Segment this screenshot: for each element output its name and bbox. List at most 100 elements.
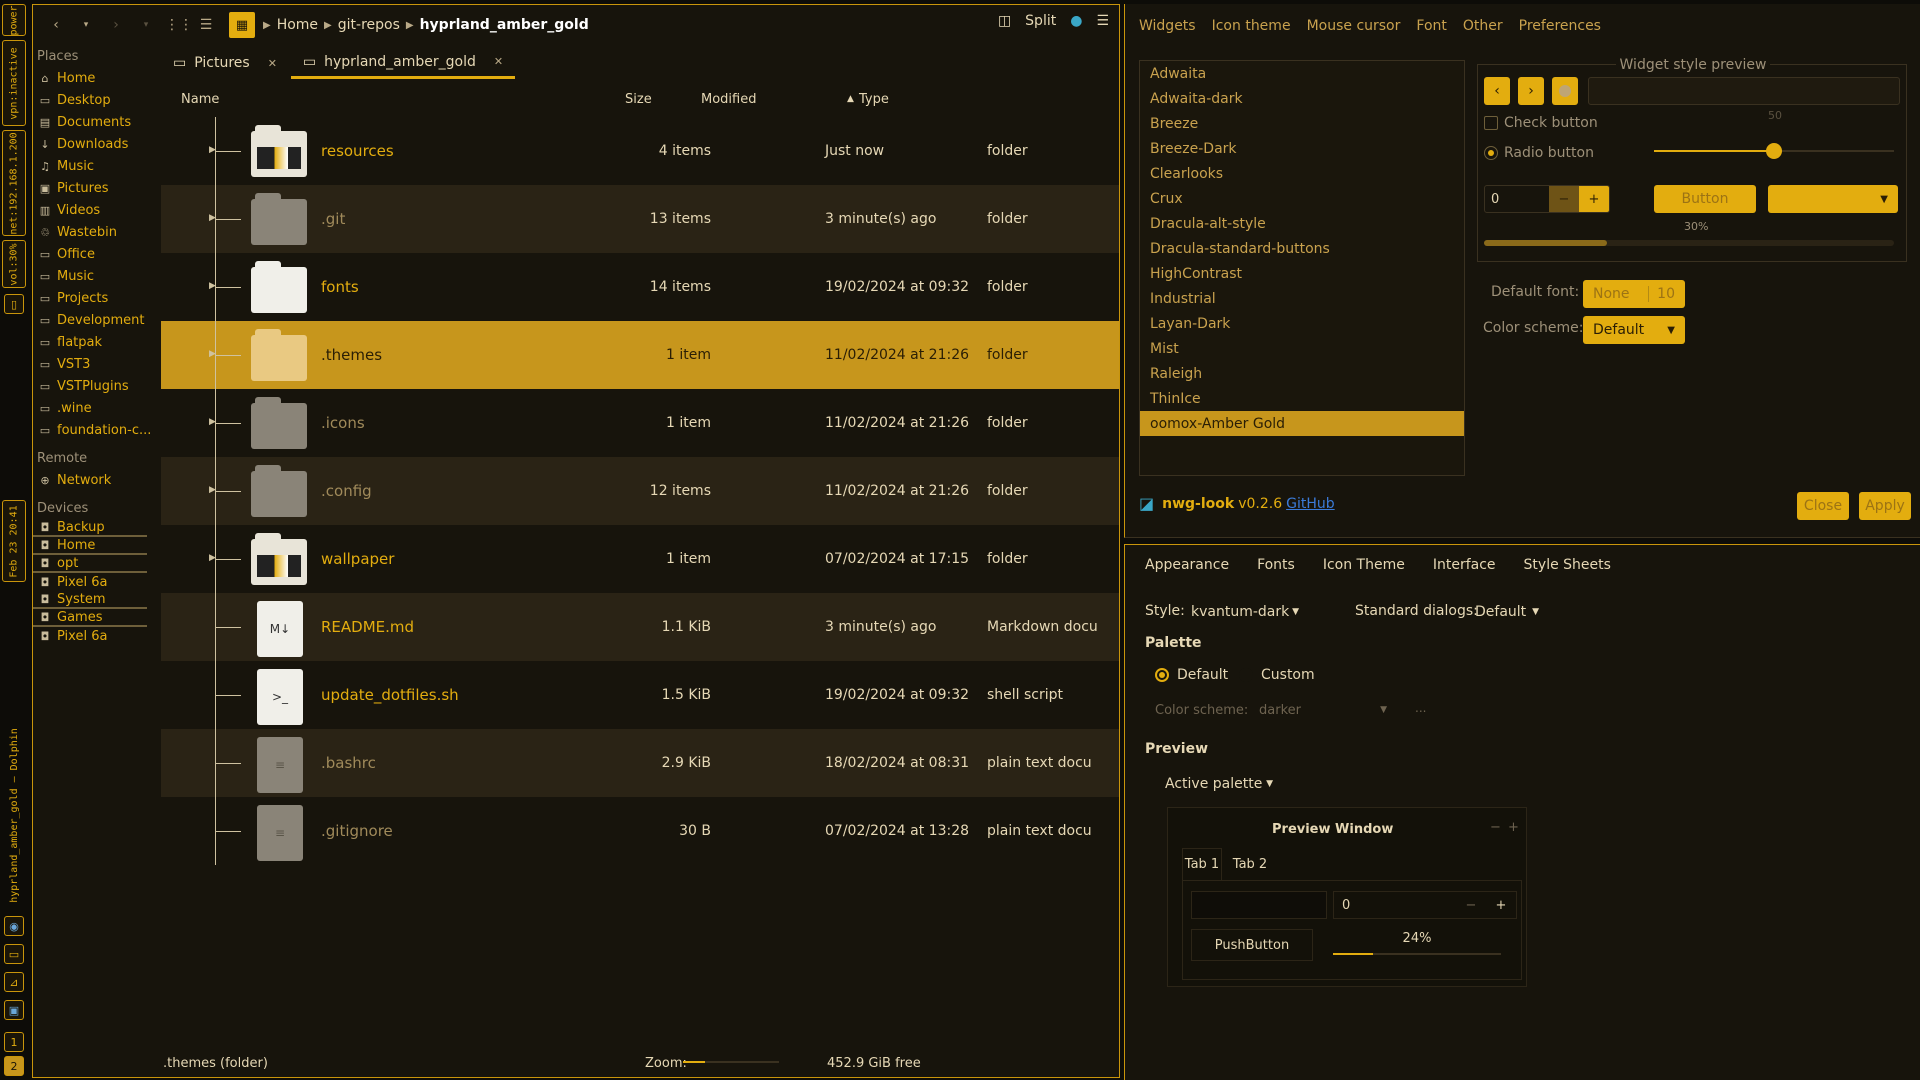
file-row[interactable]: M↓ README.md 1.1 KiB 3 minute(s) ago Markdow… — [161, 593, 1119, 661]
tab-hyprland-amber-gold[interactable]: ▭ hyprland_amber_gold ✕ — [290, 47, 516, 79]
sidebar-device[interactable]: ◘ Home — [33, 537, 147, 555]
expand-arrow-icon[interactable]: ▶ — [209, 349, 216, 359]
forward-menu-icon[interactable]: ▾ — [135, 20, 157, 30]
minus-icon[interactable]: − — [1549, 186, 1579, 212]
tab-font[interactable]: Font — [1416, 18, 1446, 34]
theme-item[interactable]: Clearlooks — [1140, 161, 1464, 186]
more-button[interactable]: ... — [1415, 701, 1426, 715]
workspace-1[interactable]: 1 — [4, 1032, 24, 1052]
dialogs-combo[interactable]: Default ▼ — [1467, 599, 1547, 625]
tab-preferences[interactable]: Preferences — [1519, 18, 1601, 34]
close-tab-icon[interactable]: ✕ — [494, 55, 503, 68]
breadcrumb-current[interactable]: hyprland_amber_gold — [420, 17, 589, 33]
style-combo[interactable]: kvantum-dark ▼ — [1183, 599, 1307, 625]
tab-appearance[interactable]: Appearance — [1145, 557, 1229, 573]
text-entry[interactable] — [1588, 77, 1900, 105]
tab-icon-theme[interactable]: Icon Theme — [1323, 557, 1405, 573]
close-tab-icon[interactable]: ✕ — [268, 57, 277, 70]
file-row[interactable]: >_ update_dotfiles.sh 1.5 KiB 19/02/2024 at… — [161, 661, 1119, 729]
sidebar-place[interactable]: ▭ Projects — [33, 287, 155, 309]
tab-style-sheets[interactable]: Style Sheets — [1524, 557, 1611, 573]
spin-button[interactable]: 0 − + — [1484, 185, 1610, 213]
theme-item[interactable]: ThinIce — [1140, 386, 1464, 411]
slider[interactable] — [1654, 143, 1894, 159]
dropdown[interactable]: ▼ — [1768, 185, 1898, 213]
sidebar-place[interactable]: ▭ .wine — [33, 397, 155, 419]
tab-mouse-cursor[interactable]: Mouse cursor — [1307, 18, 1401, 34]
tab-fonts[interactable]: Fonts — [1257, 557, 1295, 573]
theme-item[interactable]: Crux — [1140, 186, 1464, 211]
volume-status[interactable]: vol:30% — [2, 240, 26, 288]
breadcrumb-item[interactable]: git-repos — [338, 17, 400, 33]
home-folder-icon[interactable]: ▦ — [229, 12, 255, 38]
column-modified[interactable]: Modified — [701, 92, 756, 107]
sidebar-place[interactable]: ▭ VST3 — [33, 353, 155, 375]
workspace-2[interactable]: 2 — [4, 1056, 24, 1076]
theme-item[interactable]: Adwaita-dark — [1140, 86, 1464, 111]
theme-item[interactable]: Dracula-alt-style — [1140, 211, 1464, 236]
tab-interface[interactable]: Interface — [1433, 557, 1496, 573]
checkbox[interactable] — [1484, 116, 1498, 130]
file-row[interactable]: ▶ fonts 14 items 19/02/2024 at 09:32 folder — [161, 253, 1119, 321]
theme-item[interactable]: Breeze-Dark — [1140, 136, 1464, 161]
split-icon[interactable]: ◫ — [998, 13, 1011, 29]
preview-text-entry[interactable] — [1191, 891, 1327, 919]
apply-button[interactable]: Apply — [1859, 492, 1911, 520]
forward-icon[interactable]: › — [105, 17, 127, 33]
preview-tab-1[interactable]: Tab 1 — [1182, 848, 1222, 880]
sidebar-place[interactable]: ▣ Pictures — [33, 177, 155, 199]
file-row[interactable]: ▶ .icons 1 item 11/02/2024 at 21:26 folder — [161, 389, 1119, 457]
sidebar-device[interactable]: ◘ opt — [33, 555, 147, 573]
theme-item[interactable]: Breeze — [1140, 111, 1464, 136]
sidebar-place[interactable]: ↓ Downloads — [33, 133, 155, 155]
preview-tab-2[interactable]: Tab 2 — [1230, 848, 1270, 880]
theme-item[interactable]: Raleigh — [1140, 361, 1464, 386]
theme-item[interactable]: oomox-Amber Gold — [1140, 411, 1464, 436]
file-row[interactable]: ≡ .bashrc 2.9 KiB 18/02/2024 at 08:31 plain … — [161, 729, 1119, 797]
zoom-slider[interactable] — [683, 1061, 779, 1063]
sidebar-place[interactable]: ▭ foundation-c... — [33, 419, 155, 441]
back-icon[interactable]: ‹ — [45, 17, 67, 33]
custom-radio[interactable]: Custom — [1239, 667, 1315, 683]
minus-icon[interactable]: − — [1456, 898, 1486, 913]
folder-app-icon[interactable]: ▭ — [4, 944, 24, 964]
active-palette-combo[interactable]: Active palette ▼ — [1157, 771, 1281, 797]
sidebar-place[interactable]: ▭ Desktop — [33, 89, 155, 111]
breadcrumb-item[interactable]: Home — [277, 17, 318, 33]
file-row[interactable]: ▶ .git 13 items 3 minute(s) ago folder — [161, 185, 1119, 253]
theme-item[interactable]: HighContrast — [1140, 261, 1464, 286]
expand-arrow-icon[interactable]: ▶ — [209, 213, 216, 223]
details-view-icon[interactable]: ☰ — [195, 17, 217, 33]
radio-button[interactable]: Radio button — [1484, 145, 1594, 161]
menu-icon[interactable]: ☰ — [1096, 13, 1109, 29]
search-icon[interactable]: ● — [1070, 13, 1082, 29]
back-menu-icon[interactable]: ▾ — [75, 20, 97, 30]
sidebar-place[interactable]: ▤ Documents — [33, 111, 155, 133]
github-link[interactable]: GitHub — [1286, 496, 1335, 512]
record-button[interactable] — [1552, 77, 1578, 105]
sidebar-place[interactable]: ▭ flatpak — [33, 331, 155, 353]
maximize-icon[interactable]: + — [1508, 820, 1519, 835]
sidebar-device[interactable]: ◘ Pixel 6a — [33, 573, 147, 591]
icons-view-icon[interactable]: ⋮⋮ — [165, 17, 193, 33]
tab-other[interactable]: Other — [1463, 18, 1503, 34]
sidebar-place[interactable]: ⌂ Home — [33, 67, 155, 89]
theme-item[interactable]: Industrial — [1140, 286, 1464, 311]
file-row[interactable]: ▶ resources 4 items Just now folder — [161, 117, 1119, 185]
preview-push-button[interactable]: PushButton — [1191, 929, 1313, 961]
plus-icon[interactable]: + — [1486, 898, 1516, 913]
sidebar-place[interactable]: ▭ Office — [33, 243, 155, 265]
sidebar-device[interactable]: ◘ Backup — [33, 519, 147, 537]
check-button[interactable]: Check button — [1484, 115, 1598, 131]
default-radio[interactable]: Default — [1155, 667, 1228, 683]
plus-icon[interactable]: + — [1579, 186, 1609, 212]
file-row[interactable]: ▶ .config 12 items 11/02/2024 at 21:26 folde… — [161, 457, 1119, 525]
sidebar-place[interactable]: ▭ Development — [33, 309, 155, 331]
column-size[interactable]: Size — [625, 92, 652, 107]
column-type[interactable]: Type — [859, 92, 889, 107]
theme-item[interactable]: Dracula-standard-buttons — [1140, 236, 1464, 261]
sidebar-place[interactable]: ▭ VSTPlugins — [33, 375, 155, 397]
file-row[interactable]: ▶ .themes 1 item 11/02/2024 at 21:26 folder — [161, 321, 1119, 389]
app-icon-1[interactable]: ◉ — [4, 916, 24, 936]
button[interactable]: Button — [1654, 185, 1756, 213]
